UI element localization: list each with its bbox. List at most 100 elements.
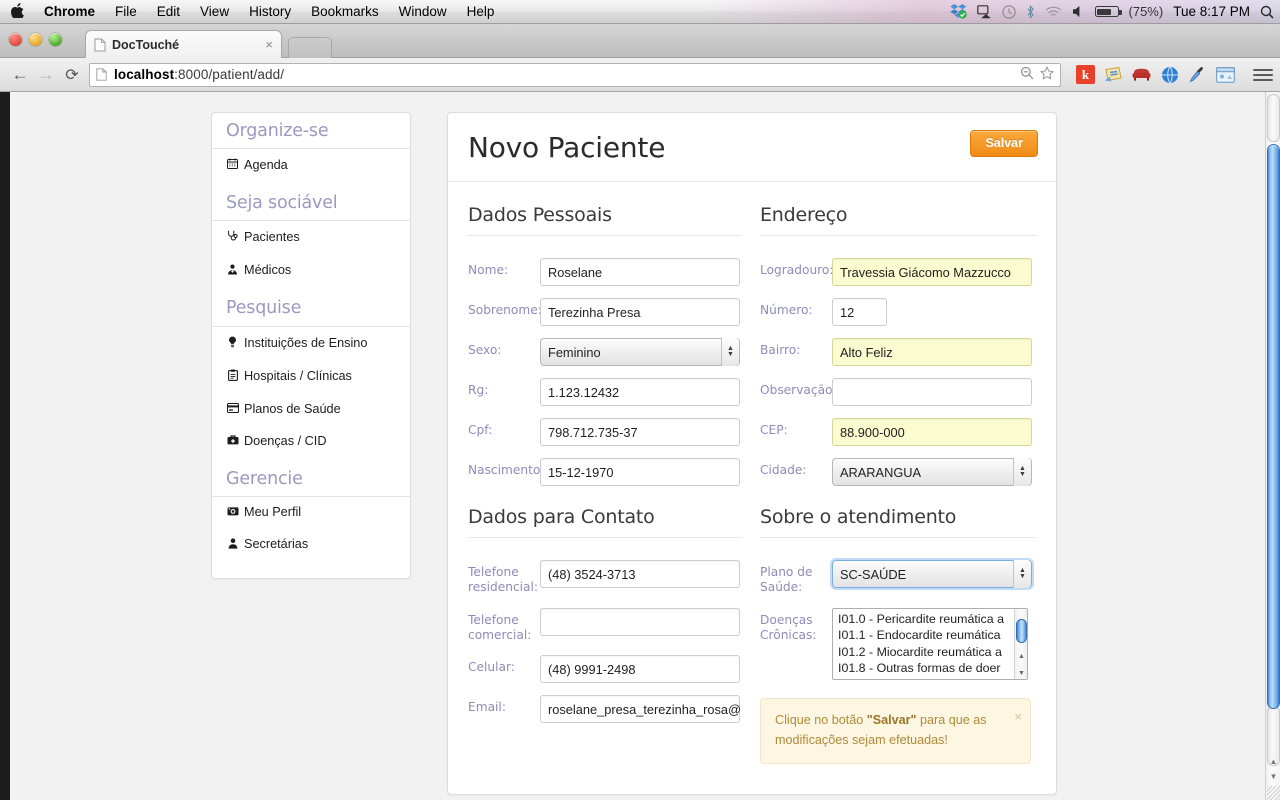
sidebar-item-hospitais[interactable]: Hospitais / Clínicas [212, 360, 410, 394]
volume-icon[interactable] [1072, 5, 1085, 18]
reload-icon[interactable]: ⟳ [59, 65, 85, 85]
listbox-scrollbar[interactable]: ▲ ▼ [1014, 608, 1027, 679]
menu-item-bookmarks[interactable]: Bookmarks [301, 4, 389, 19]
airplay-icon[interactable] [976, 4, 992, 19]
sidebar-item-agenda[interactable]: Agenda [212, 149, 410, 182]
section-title: Dados para Contato [468, 506, 655, 528]
cidade-select[interactable]: ARARANGUA ▲ ▼ [832, 458, 1032, 486]
extension-k-icon[interactable]: k [1076, 65, 1095, 84]
rg-input[interactable]: 1.123.12432 [540, 378, 740, 406]
menu-item-edit[interactable]: Edit [147, 4, 190, 19]
menu-item-chrome[interactable]: Chrome [34, 4, 105, 19]
sidebar-item-medicos[interactable]: Médicos [212, 255, 410, 288]
field-doencas-cronicas: Doenças Crônicas: I01.0 - Pericardite re… [760, 607, 1036, 680]
field-logradouro: Logradouro: Travessia Giácomo Mazzucco [760, 258, 1036, 286]
bluetooth-icon[interactable] [1026, 4, 1035, 19]
scrollbar-track-top[interactable] [1267, 94, 1280, 142]
nascimento-input[interactable]: 15-12-1970 [540, 458, 740, 486]
user-icon [226, 538, 239, 553]
section-title: Endereço [760, 204, 848, 226]
email-input[interactable]: roselane_presa_terezinha_rosa@ [540, 695, 741, 723]
page-title: Novo Paciente [468, 130, 666, 164]
scroll-down-icon[interactable]: ▼ [1018, 670, 1025, 677]
save-button[interactable]: Salvar [970, 130, 1038, 157]
sexo-select[interactable]: Feminino ▲ ▼ [540, 338, 740, 366]
menu-item-history[interactable]: History [239, 4, 301, 19]
cidade-selected-value: ARARANGUA [840, 464, 922, 480]
plano-saude-select[interactable]: SC-SAÚDE ▲ ▼ [832, 560, 1032, 588]
scrollbar-arrows[interactable]: ▲ ▼ [1267, 754, 1280, 784]
field-email: Email: roselane_presa_terezinha_rosa@ [468, 695, 742, 723]
minimize-window-button[interactable] [29, 33, 42, 46]
sidebar-item-planos[interactable]: Planos de Saúde [212, 394, 410, 426]
celular-input[interactable]: (48) 9991-2498 [540, 655, 740, 683]
cep-input[interactable]: 88.900-000 [832, 418, 1032, 446]
list-item[interactable]: I01.8 - Outras formas de doer [838, 660, 1027, 677]
list-item[interactable]: I01.1 - Endocardite reumática [838, 627, 1027, 644]
logradouro-input[interactable]: Travessia Giácomo Mazzucco [832, 258, 1032, 286]
telefone-residencial-input[interactable]: (48) 3524-3713 [540, 560, 740, 588]
nome-input[interactable]: Roselane [540, 258, 740, 286]
field-label: Sexo: [468, 343, 502, 357]
sobrenome-input[interactable]: Terezinha Presa [540, 298, 740, 326]
couch-icon[interactable] [1132, 65, 1151, 84]
new-tab-button[interactable] [288, 37, 332, 58]
scroll-down-icon[interactable]: ▼ [1270, 772, 1278, 781]
bairro-input[interactable]: Alto Feliz [832, 338, 1032, 366]
time-machine-icon[interactable] [1001, 4, 1016, 19]
tab-strip: DocTouché × [0, 24, 1280, 58]
resize-grip-icon[interactable] [1267, 786, 1280, 800]
close-icon[interactable]: × [259, 37, 273, 52]
section-endereco: Endereço Logradouro: Travessia Giácomo M… [752, 196, 1036, 498]
list-item[interactable]: I01.0 - Pericardite reumática a [838, 611, 1027, 628]
save-hint-alert: Clique no botão "Salvar" para que as mod… [760, 697, 1031, 765]
observacao-input[interactable] [832, 378, 1032, 406]
zoom-out-icon[interactable] [1020, 66, 1034, 83]
scroll-up-icon[interactable]: ▲ [1018, 653, 1025, 660]
close-window-button[interactable] [9, 33, 22, 46]
apple-icon[interactable] [0, 2, 34, 21]
close-icon[interactable]: × [1014, 706, 1022, 727]
scroll-up-icon[interactable]: ▲ [1270, 757, 1278, 766]
field-label: Rg: [468, 383, 489, 397]
scrollbar-thumb[interactable] [1267, 144, 1280, 709]
page-scrollbar[interactable]: ▲ ▼ [1265, 92, 1280, 800]
menu-item-window[interactable]: Window [389, 4, 457, 19]
forward-arrow-icon[interactable]: → [33, 65, 59, 85]
search-icon[interactable] [1260, 5, 1274, 19]
scrollbar-arrows[interactable]: ▲ ▼ [1017, 653, 1026, 677]
page-favicon-icon [94, 38, 106, 52]
menu-item-view[interactable]: View [190, 4, 239, 19]
chevron-updown-icon: ▲ ▼ [721, 338, 739, 366]
menu-bar-clock[interactable]: Tue 8:17 PM [1173, 4, 1250, 19]
sidebar-item-doencas[interactable]: Doenças / CID [212, 426, 410, 458]
browser-tab[interactable]: DocTouché × [85, 30, 282, 58]
sidebar-item-secretarias[interactable]: Secretárias [212, 529, 410, 562]
star-icon[interactable] [1039, 66, 1055, 83]
sidebar-item-meu-perfil[interactable]: Meu Perfil [212, 497, 410, 529]
doencas-cronicas-listbox[interactable]: I01.0 - Pericardite reumática a I01.1 - … [832, 607, 1028, 680]
window-icon[interactable] [1216, 65, 1235, 84]
eyedropper-icon[interactable] [1188, 65, 1207, 84]
hamburger-menu-icon[interactable] [1253, 68, 1273, 81]
scrollbar-thumb[interactable] [1016, 618, 1027, 643]
sidebar-item-pacientes[interactable]: Pacientes [212, 221, 410, 255]
numero-input[interactable]: 12 [832, 298, 887, 326]
field-cidade: Cidade: ARARANGUA ▲ ▼ [760, 458, 1036, 486]
address-bar[interactable]: localhost:8000/patient/add/ [89, 62, 1061, 87]
back-arrow-icon[interactable]: ← [7, 65, 33, 85]
cpf-input[interactable]: 798.712.735-37 [540, 418, 740, 446]
plano-saude-selected-value: SC-SAÚDE [840, 566, 907, 582]
telefone-comercial-input[interactable] [540, 607, 740, 636]
field-nome: Nome: Roselane [468, 258, 742, 286]
menu-item-help[interactable]: Help [457, 4, 505, 19]
dropbox-icon[interactable] [949, 4, 967, 19]
menu-item-file[interactable]: File [105, 4, 147, 19]
sidebar-item-instituicoes[interactable]: Instituições de Ensino [212, 327, 410, 361]
notes-icon[interactable] [1104, 65, 1123, 84]
maximize-window-button[interactable] [49, 33, 62, 46]
list-item[interactable]: I01.2 - Miocardite reumática a [838, 644, 1027, 661]
wifi-icon[interactable] [1045, 6, 1062, 18]
window-controls[interactable] [9, 33, 62, 46]
globe-icon[interactable] [1160, 65, 1179, 84]
